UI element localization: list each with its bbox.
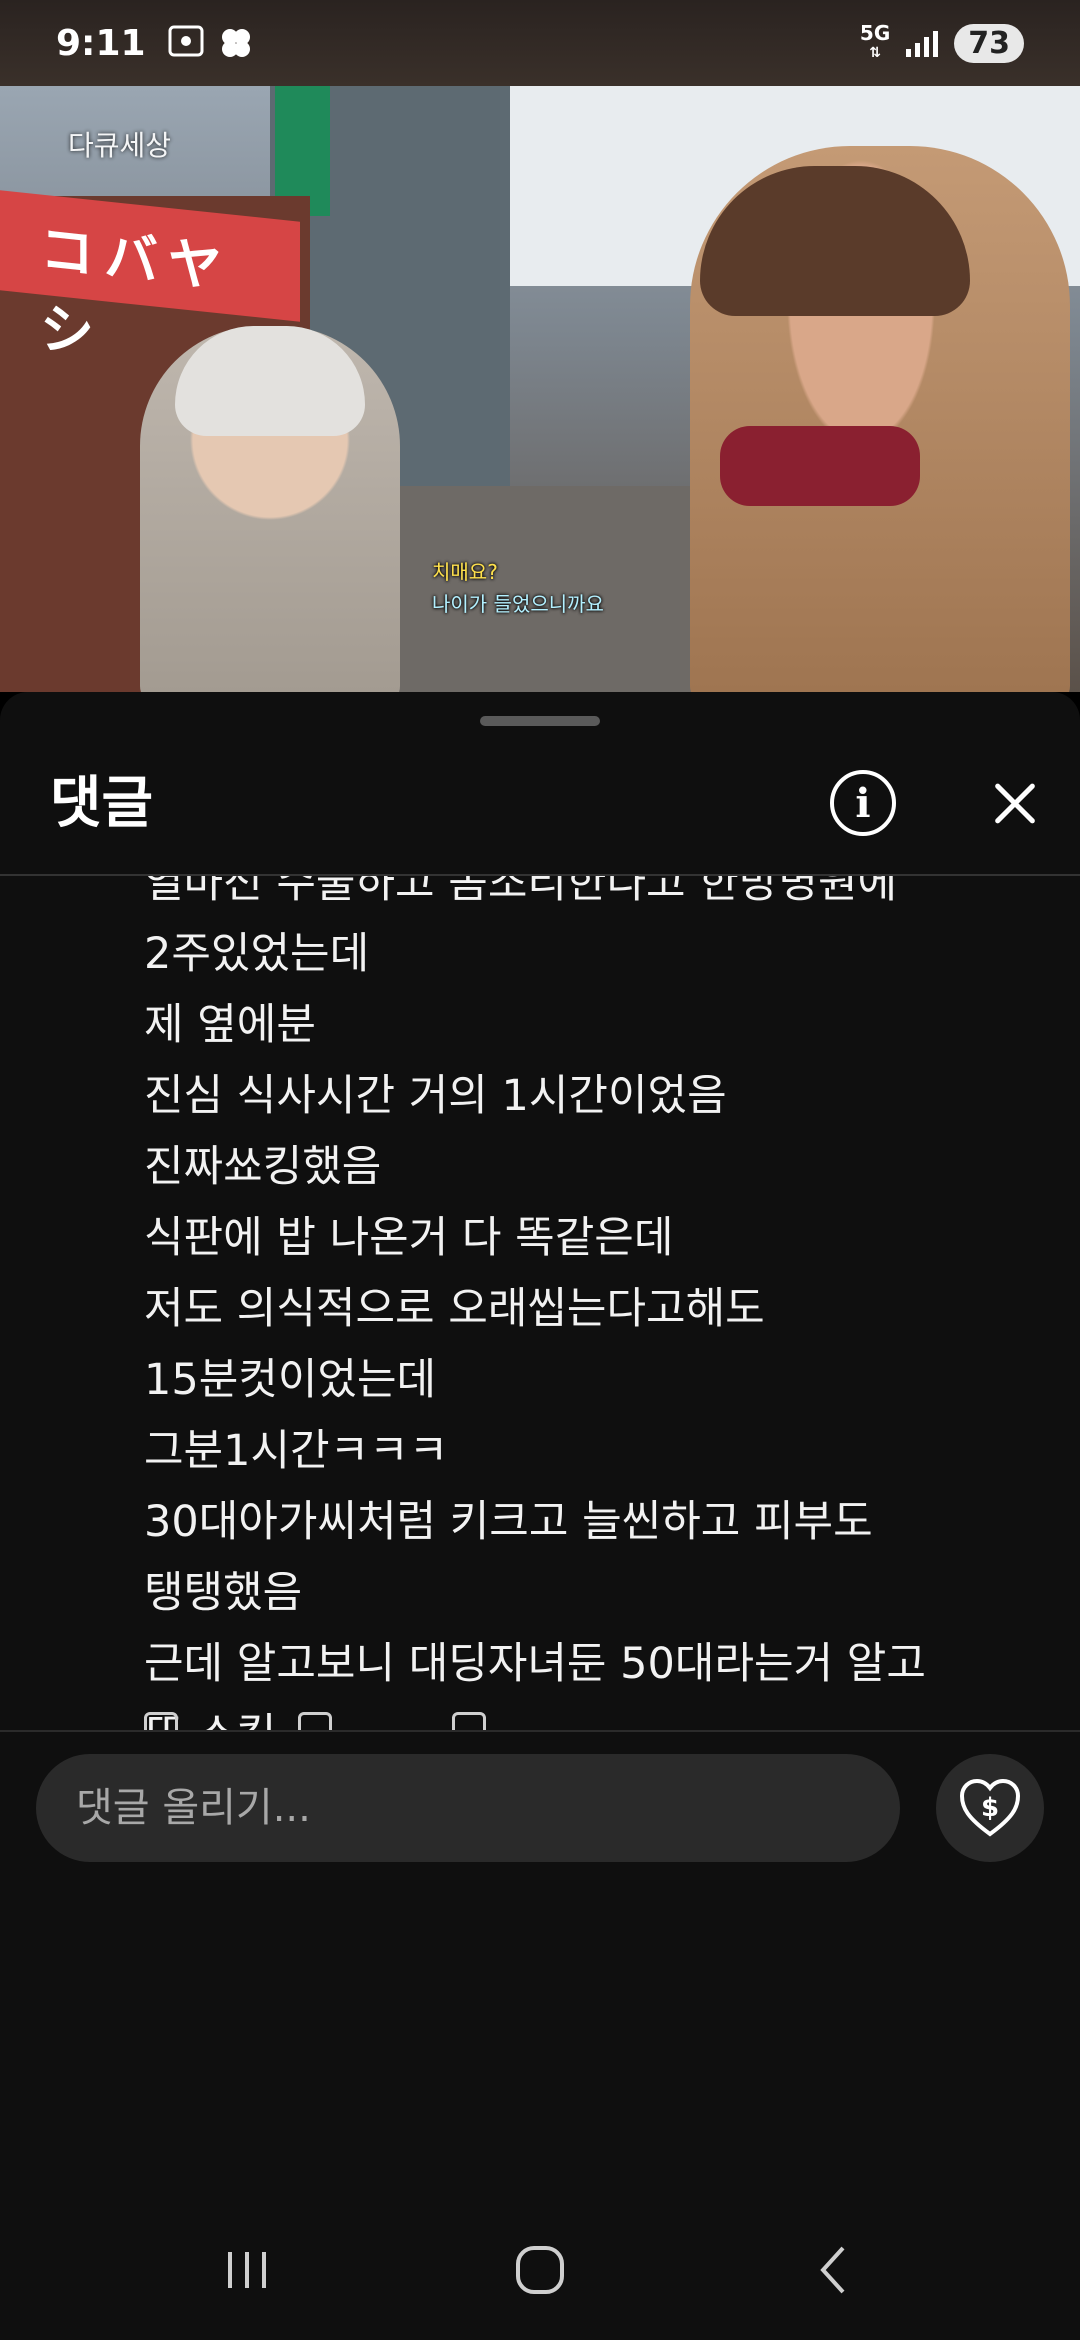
info-button[interactable]: i: [830, 770, 896, 836]
comment-line: 진심 식사시간 거의 1시간이었음: [144, 1071, 727, 1121]
super-thanks-button[interactable]: $: [936, 1754, 1044, 1862]
channel-watermark: 다큐세상: [68, 129, 172, 162]
subtitle-line-2: 나이가 들었으니까요: [432, 592, 604, 616]
comment-actions: [144, 1712, 486, 1730]
comment-line: 근데 알고보니 대딩자녀둔 50대라는거 알고: [144, 1639, 926, 1689]
status-bar: 9:11 5G ⇅ 73: [0, 0, 1080, 86]
subtitle-line-1: 치매요?: [432, 560, 498, 584]
network-type: 5G: [859, 21, 891, 45]
signal-icon: [906, 29, 939, 57]
comment-line: 15분컷이었는데: [144, 1355, 437, 1405]
home-button[interactable]: [495, 2225, 585, 2315]
status-time: 9:11: [56, 22, 146, 64]
screenshot-icon: [168, 25, 204, 57]
clover-icon: [221, 29, 250, 57]
info-icon: i: [855, 779, 871, 827]
svg-text:$: $: [981, 1793, 999, 1823]
comment-text: 열마전 수술하고 몸조리한다고 한방병원에 2주있었는데제 옆에분진심 식사시간 …: [144, 876, 926, 1730]
comment-line: 열마전 수술하고 몸조리한다고 한방병원에: [144, 876, 898, 908]
comment-input[interactable]: [36, 1754, 900, 1862]
network-indicator: 5G ⇅: [860, 23, 890, 63]
battery-indicator: 73: [954, 23, 1024, 63]
comment-line: 탱탱했음: [144, 1568, 303, 1618]
home-icon: [515, 2246, 564, 2294]
drag-handle[interactable]: [480, 716, 600, 726]
heart-dollar-icon: $: [959, 1778, 1021, 1837]
comment-line: 진짜쑈킹했음: [144, 1142, 382, 1192]
video-frame-scarf: [720, 426, 920, 506]
dislike-icon[interactable]: [298, 1712, 332, 1730]
video-player[interactable]: コバヤシ 다큐세상 치매요? 나이가 들었으니까요: [0, 86, 1080, 692]
comment-thread[interactable]: 열마전 수술하고 몸조리한다고 한방병원에 2주있었는데제 옆에분진심 식사시간 …: [0, 876, 1080, 1730]
comment-compose-bar: $: [0, 1730, 1080, 1890]
like-icon[interactable]: [144, 1712, 178, 1730]
back-button[interactable]: [788, 2225, 878, 2315]
comments-sheet: 댓글 i 열마전 수술하고 몸조리한다고 한방병원에 2주있었는데제 옆에분진심 …: [0, 692, 1080, 2340]
comment-line: 식판에 밥 나온거 다 똑같은데: [144, 1213, 674, 1263]
recent-apps-button[interactable]: [202, 2225, 292, 2315]
comment-line: 30대아가씨처럼 키크고 늘씬하고 피부도: [144, 1497, 873, 1547]
comment-line: 2주있었는데: [144, 929, 370, 979]
comment-line: 저도 의식적으로 오래씹는다고해도: [144, 1284, 765, 1334]
data-arrows-icon: ⇅: [869, 45, 881, 61]
reply-icon[interactable]: [452, 1712, 486, 1730]
comment-line: 그분1시간ㅋㅋㅋ: [144, 1426, 449, 1476]
close-button[interactable]: [980, 768, 1050, 838]
recent-apps-icon: [227, 2252, 266, 2288]
comments-title: 댓글: [50, 771, 154, 836]
system-nav-bar: [0, 2200, 1080, 2340]
back-icon: [820, 2246, 845, 2294]
status-notification-icons: [166, 23, 256, 63]
comment-line: 제 옆에분: [144, 1000, 316, 1050]
